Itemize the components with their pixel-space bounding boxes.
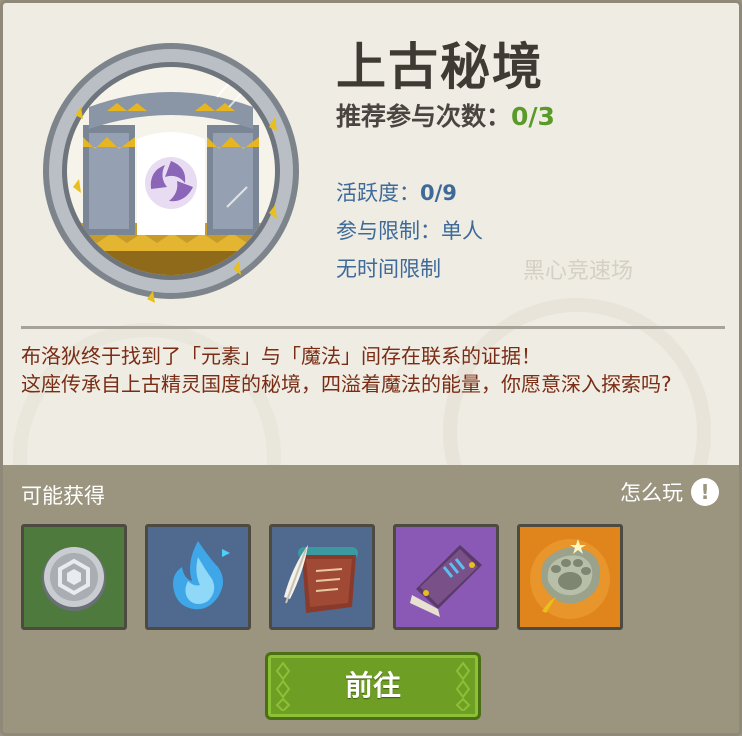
go-button-label: 前往: [344, 669, 401, 702]
reward-item-blue-flame[interactable]: [145, 524, 251, 630]
section-divider: [21, 326, 725, 329]
activity-label: 活跃度：: [336, 181, 420, 205]
blue-flame-crystal-icon: [148, 527, 248, 627]
rewards-section: 可能获得 怎么玩 ! 前往: [3, 465, 739, 733]
recommend-count-line: 推荐参与次数：0/3: [336, 97, 555, 133]
silver-coin-icon: [24, 527, 124, 627]
reward-item-scroll[interactable]: [269, 524, 375, 630]
activity-value: 0/9: [420, 181, 457, 205]
recommend-count: 0/3: [511, 102, 555, 131]
dungeon-title: 上古秘境: [336, 38, 544, 96]
go-button[interactable]: 前往: [265, 652, 481, 720]
button-deco-right-icon: [455, 661, 471, 711]
dungeon-info-section: 上古秘境 推荐参与次数：0/3 活跃度：0/9 参与限制：单人 无时间限制 黑心…: [3, 3, 739, 591]
watermark-text: 黑心竞速场: [523, 259, 634, 284]
stone-paw-amulet-icon: [520, 527, 620, 627]
scroll-quill-icon: [272, 527, 372, 627]
reward-item-silver-coin[interactable]: [21, 524, 127, 630]
ancient-gate-portal-icon: [37, 37, 305, 305]
exclamation-icon: !: [691, 478, 719, 506]
reward-item-magic-tome[interactable]: [393, 524, 499, 630]
magic-tome-icon: [396, 527, 496, 627]
activity-line: 活跃度：0/9: [336, 177, 457, 207]
how-to-play-label: 怎么玩: [620, 481, 683, 505]
reward-item-paw-amulet[interactable]: [517, 524, 623, 630]
rewards-label: 可能获得: [21, 484, 105, 508]
dungeon-panel: 上古秘境 推荐参与次数：0/3 活跃度：0/9 参与限制：单人 无时间限制 黑心…: [0, 0, 742, 736]
how-to-play-button[interactable]: 怎么玩 !: [620, 477, 719, 507]
recommend-label: 推荐参与次数：: [336, 102, 512, 131]
participation-limit: 参与限制：单人: [336, 219, 483, 243]
time-limit: 无时间限制: [336, 257, 441, 281]
dungeon-description: 布洛狄终于找到了「元素」与「魔法」间存在联系的证据！ 这座传承自上古精灵国度的秘…: [21, 342, 731, 398]
description-line-1: 布洛狄终于找到了「元素」与「魔法」间存在联系的证据！: [21, 344, 541, 368]
description-line-2: 这座传承自上古精灵国度的秘境，四溢着魔法的能量，你愿意深入探索吗?: [21, 372, 672, 396]
